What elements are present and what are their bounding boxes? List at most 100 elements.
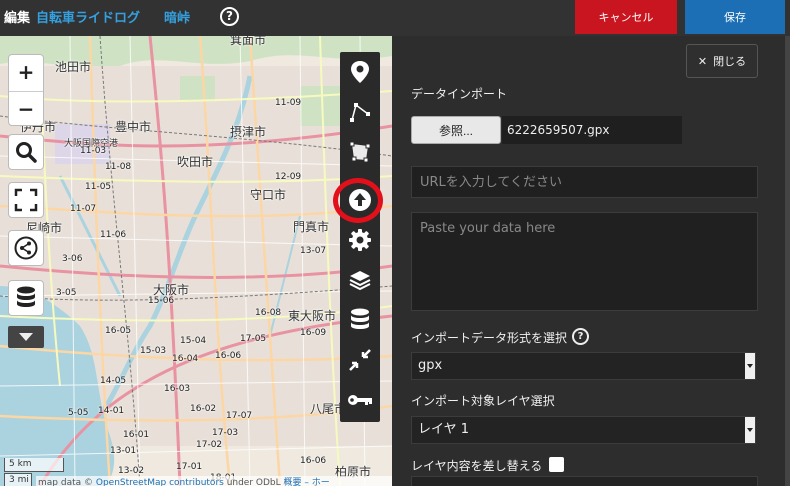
gear-icon xyxy=(349,229,371,251)
road-number: 17-03 xyxy=(212,428,239,438)
map-settings-button[interactable] xyxy=(340,220,380,260)
draw-marker-button[interactable] xyxy=(340,52,380,92)
close-panel-button[interactable]: ✕ 閉じる xyxy=(686,44,758,78)
import-panel: ✕ 閉じる データインポート 参照... 6222659507.gpx インポー… xyxy=(392,36,790,486)
share-button[interactable] xyxy=(8,230,44,266)
road-number: 14-01 xyxy=(98,406,125,416)
road-number: 16-04 xyxy=(172,354,199,364)
city-label: 摂津市 xyxy=(230,125,267,139)
cancel-button[interactable]: キャンセル xyxy=(575,0,677,34)
road-number: 15-06 xyxy=(148,296,175,306)
panel-scrollbar[interactable] xyxy=(785,36,790,486)
city-label: 門真市 xyxy=(293,220,330,234)
road-number: 16-01 xyxy=(123,430,150,440)
road-number: 16-03 xyxy=(164,384,191,394)
road-number: 14-05 xyxy=(100,376,127,386)
road-number: 12-09 xyxy=(275,172,302,182)
browse-file-button[interactable]: 参照... xyxy=(411,116,501,144)
road-number: 11-07 xyxy=(70,204,97,214)
url-input[interactable] xyxy=(411,166,758,198)
layer-label: インポート対象レイヤ選択 xyxy=(411,394,555,408)
scale-bar-km: 5 km xyxy=(4,458,64,472)
layer-value: レイヤ 1 xyxy=(418,422,470,437)
search-button[interactable] xyxy=(8,134,44,170)
user-name-link[interactable]: 暗峠 xyxy=(164,7,190,26)
road-number: 3-05 xyxy=(56,288,77,298)
road-number: 13-07 xyxy=(300,246,327,256)
city-label: 豊中市 xyxy=(115,120,152,134)
data-layers-button[interactable] xyxy=(8,280,44,316)
replace-label: レイヤ内容を差し替える xyxy=(411,459,543,473)
edit-toolbar xyxy=(340,52,380,422)
road-number: 16-06 xyxy=(215,351,242,361)
road-number: 16-06 xyxy=(300,456,327,466)
city-label: 吹田市 xyxy=(177,155,214,169)
layer-select[interactable]: レイヤ 1 xyxy=(411,416,756,444)
road-number: 11-08 xyxy=(105,162,132,172)
caret-down-icon xyxy=(19,333,33,341)
top-bar: 編集 自転車ライドログ 暗峠 ? キャンセル 保存 xyxy=(0,0,790,36)
city-label: 箕面市 xyxy=(230,36,267,47)
about-link[interactable]: 概要 – ホー xyxy=(284,478,330,486)
draw-polyline-button[interactable] xyxy=(340,92,380,132)
search-icon xyxy=(16,142,37,163)
road-number: 16-02 xyxy=(190,404,217,414)
road-number: 3-06 xyxy=(62,254,83,264)
map-attribution: map data © OpenStreetMap contributors un… xyxy=(36,476,392,486)
road-number: 11-09 xyxy=(275,98,302,108)
zoom-in-button[interactable]: + xyxy=(9,55,43,91)
format-select[interactable]: gpx xyxy=(411,352,756,380)
chevron-down-icon xyxy=(745,353,755,379)
polyline-icon xyxy=(350,103,370,122)
attribution-suffix: under ODbL xyxy=(223,478,281,486)
road-number: 13-02 xyxy=(118,466,145,476)
import-title: データインポート xyxy=(411,87,508,101)
manage-layers-button[interactable] xyxy=(340,300,380,340)
road-number: 17-01 xyxy=(176,462,203,472)
paste-data-textarea[interactable] xyxy=(411,212,758,311)
scale-bar-mi: 3 mi xyxy=(4,473,32,486)
city-label: 守口市 xyxy=(250,188,287,202)
road-number: 15-04 xyxy=(180,336,207,346)
road-number: 5-05 xyxy=(68,408,89,418)
layers-icon xyxy=(349,271,371,291)
database-icon xyxy=(351,308,369,329)
map-view[interactable]: 池田市 箕面市 伊丹市 豊中市 大阪国際空港 吹田市 摂津市 守口市 門真市 尼… xyxy=(0,36,392,486)
format-label: インポートデータ形式を選択 xyxy=(411,331,568,345)
polygon-icon xyxy=(349,141,371,163)
road-number: 13-01 xyxy=(110,446,137,456)
help-icon[interactable]: ? xyxy=(220,7,239,26)
selected-file-name: 6222659507.gpx xyxy=(502,116,682,144)
fullscreen-icon xyxy=(14,188,38,212)
osm-link[interactable]: OpenStreetMap contributors xyxy=(96,478,224,486)
close-label: 閉じる xyxy=(713,56,747,68)
draw-polygon-button[interactable] xyxy=(340,132,380,172)
help-icon[interactable]: ? xyxy=(572,328,589,345)
road-number: 17-07 xyxy=(226,411,253,421)
highlight-ring xyxy=(333,178,383,223)
city-label: 東大阪市 xyxy=(288,309,337,323)
center-zoom-button[interactable] xyxy=(340,340,380,380)
zoom-control: + − xyxy=(8,54,44,126)
road-number: 11-03 xyxy=(80,146,107,156)
city-label: 池田市 xyxy=(55,60,92,74)
fullscreen-button[interactable] xyxy=(8,182,44,218)
permissions-button[interactable] xyxy=(340,380,380,420)
map-pin-icon xyxy=(351,61,369,83)
road-number: 17-05 xyxy=(240,334,267,344)
road-number: 11-06 xyxy=(100,230,127,240)
more-controls-button[interactable] xyxy=(8,326,44,348)
chevron-down-icon xyxy=(745,417,755,443)
road-number: 16-08 xyxy=(255,308,282,318)
close-icon: ✕ xyxy=(697,55,708,68)
save-button[interactable]: 保存 xyxy=(685,0,785,34)
format-value: gpx xyxy=(418,358,443,373)
compress-icon xyxy=(349,349,371,371)
share-icon xyxy=(14,236,38,260)
change-tilelayer-button[interactable] xyxy=(340,260,380,300)
map-name-link[interactable]: 自転車ライドログ xyxy=(36,7,140,26)
replace-checkbox[interactable] xyxy=(549,457,564,472)
road-number: 15-03 xyxy=(140,346,167,356)
zoom-out-button[interactable]: − xyxy=(9,91,43,127)
mode-label: 編集 xyxy=(4,11,31,26)
